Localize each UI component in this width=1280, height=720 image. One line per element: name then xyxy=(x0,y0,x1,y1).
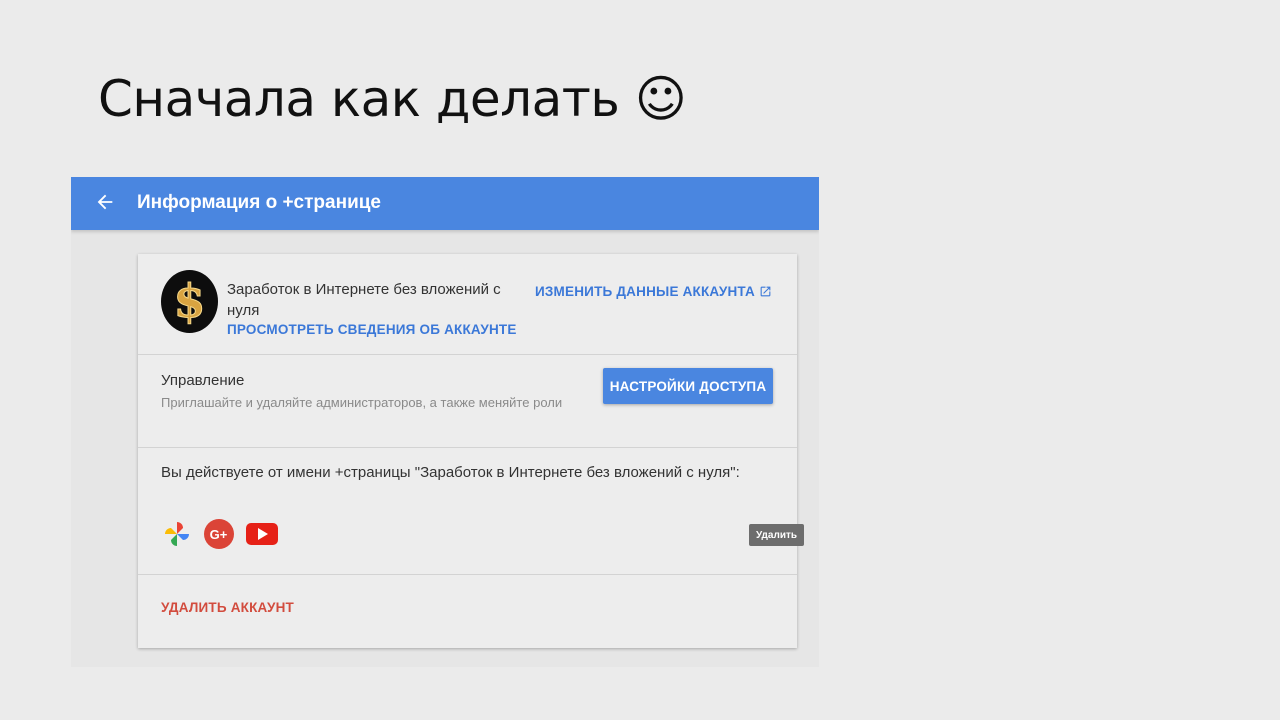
top-app-bar: Информация о +странице xyxy=(71,177,819,230)
acting-as-text: Вы действуете от имени +страницы "Зарабо… xyxy=(161,464,740,481)
divider xyxy=(138,574,797,575)
arrow-left-icon[interactable] xyxy=(94,191,116,213)
access-settings-button[interactable]: НАСТРОЙКИ ДОСТУПА xyxy=(603,368,773,404)
management-title: Управление xyxy=(161,372,245,389)
page-info-screenshot: Информация о +странице $ Заработок в Инт… xyxy=(71,177,819,667)
slide-title: Сначала как делать ☺ xyxy=(98,70,687,128)
divider xyxy=(138,447,797,448)
avatar: $ xyxy=(161,270,218,333)
open-in-new-icon[interactable] xyxy=(759,285,772,298)
page-title: Информация о +странице xyxy=(137,192,381,213)
svg-text:G+: G+ xyxy=(210,527,228,542)
management-description: Приглашайте и удаляйте администраторов, … xyxy=(161,395,563,410)
avatar-symbol: $ xyxy=(173,274,205,328)
google-photos-icon[interactable] xyxy=(161,518,193,550)
divider xyxy=(138,354,797,355)
account-name: Заработок в Интернете без вложений с нул… xyxy=(227,281,501,319)
youtube-icon[interactable] xyxy=(245,518,279,550)
account-card: $ Заработок в Интернете без вложений с н… xyxy=(138,254,804,648)
remove-tooltip: Удалить xyxy=(749,524,804,546)
dollar-sign-icon: $ xyxy=(173,274,206,329)
view-account-details-link[interactable]: ПРОСМОТРЕТЬ СВЕДЕНИЯ ОБ АККАУНТЕ xyxy=(227,322,517,337)
google-plus-icon[interactable]: G+ xyxy=(203,518,235,550)
delete-account-link[interactable]: УДАЛИТЬ АККАУНТ xyxy=(161,600,294,615)
edit-account-link[interactable]: ИЗМЕНИТЬ ДАННЫЕ АККАУНТА xyxy=(535,284,755,299)
